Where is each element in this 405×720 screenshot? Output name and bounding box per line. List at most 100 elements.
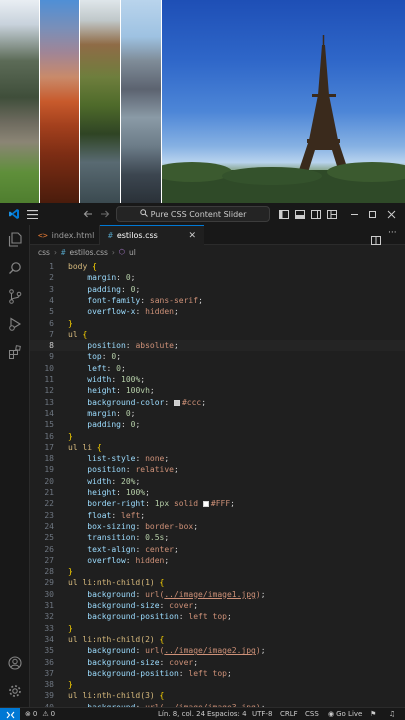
- breadcrumb-file[interactable]: estilos.css: [69, 248, 107, 257]
- line-number: 28: [44, 567, 54, 577]
- code-token: }: [68, 318, 73, 328]
- more-actions-icon[interactable]: ···: [388, 228, 397, 238]
- code-line[interactable]: 20 width: 20%;: [30, 476, 405, 487]
- go-live-button[interactable]: ◉ Go Live: [328, 708, 362, 720]
- code-line[interactable]: 33}: [30, 623, 405, 634]
- code-line[interactable]: 25 transition: 0.5s;: [30, 532, 405, 543]
- code-token: :: [101, 352, 112, 362]
- feedback-icon[interactable]: ⚑: [370, 708, 376, 720]
- source-control-icon[interactable]: [5, 286, 25, 306]
- code-token: ;: [135, 476, 141, 486]
- code-line[interactable]: 22 border-right: 1px solid #FFF;: [30, 498, 405, 509]
- command-center-search[interactable]: Pure CSS Content Slider: [116, 206, 270, 222]
- tab-label: index.html: [51, 230, 95, 240]
- code-token: :: [135, 533, 146, 543]
- line-number: 10: [44, 363, 54, 373]
- code-line[interactable]: 1 body {: [30, 261, 405, 272]
- code-line[interactable]: 28}: [30, 566, 405, 577]
- code-token: overflow: [68, 555, 126, 565]
- line-number: 21: [44, 488, 54, 497]
- code-token: body: [68, 262, 93, 271]
- line-number: 18: [44, 454, 54, 464]
- code-line[interactable]: 37 background-position: left top;: [30, 668, 405, 679]
- code-line[interactable]: 16}: [30, 431, 405, 442]
- code-line[interactable]: 27 overflow: hidden;: [30, 555, 405, 566]
- code-line[interactable]: 34 ul li:nth-child(2) {: [30, 634, 405, 645]
- code-line[interactable]: 30 background: url(../image/image1.jpg);: [30, 589, 405, 600]
- code-line[interactable]: 38}: [30, 679, 405, 690]
- code-token: background: [68, 646, 136, 656]
- code-line[interactable]: 17 ul li {: [30, 442, 405, 453]
- code-token: width: [68, 375, 112, 384]
- code-line[interactable]: 32 background-position: left top;: [30, 611, 405, 622]
- breadcrumb-symbol[interactable]: ul: [129, 248, 136, 257]
- menu-hamburger-icon[interactable]: [24, 206, 40, 222]
- code-line[interactable]: 12 height: 100vh;: [30, 385, 405, 396]
- split-editor-icon[interactable]: [371, 230, 381, 245]
- code-line[interactable]: 14 margin: 0;: [30, 408, 405, 419]
- explorer-icon[interactable]: [5, 229, 25, 249]
- code-line[interactable]: 4 font-family: sans-serif;: [30, 295, 405, 306]
- line-number: 1: [49, 262, 54, 271]
- toggle-panel-icon[interactable]: [292, 206, 308, 222]
- code-line[interactable]: 35 background: url(../image/image2.jpg);: [30, 645, 405, 656]
- toggle-secondary-sidebar-icon[interactable]: [308, 206, 324, 222]
- code-line[interactable]: 3 padding: 0;: [30, 284, 405, 295]
- tab-index-html[interactable]: <> index.html: [30, 225, 100, 245]
- toggle-primary-sidebar-icon[interactable]: [276, 206, 292, 222]
- code-line[interactable]: 26 text-align: center;: [30, 544, 405, 555]
- code-line[interactable]: 8 position: absolute;: [30, 340, 405, 352]
- cursor-position[interactable]: Lín. 8, col. 24: [158, 708, 205, 720]
- code-token: ;: [164, 555, 170, 565]
- code-line[interactable]: 6}: [30, 318, 405, 329]
- extensions-icon[interactable]: [5, 342, 25, 362]
- code-line[interactable]: 7 ul {: [30, 329, 405, 340]
- run-and-debug-icon[interactable]: [5, 314, 25, 334]
- breadcrumb-folder[interactable]: css: [38, 248, 50, 257]
- forward-arrow-icon[interactable]: [97, 206, 113, 222]
- accounts-icon[interactable]: [5, 653, 25, 673]
- close-tab-icon[interactable]: ✕: [188, 231, 196, 241]
- indentation[interactable]: Espacios: 4: [207, 708, 247, 720]
- manage-gear-icon[interactable]: [5, 681, 25, 701]
- color-swatch[interactable]: [202, 501, 209, 508]
- close-window-icon[interactable]: [383, 206, 399, 222]
- remote-indicator-icon[interactable]: [0, 708, 20, 720]
- code-token: background: [68, 589, 136, 599]
- code-token: height: [68, 386, 117, 396]
- minimize-window-icon[interactable]: [346, 206, 362, 222]
- code-line[interactable]: 10 left: 0;: [30, 363, 405, 374]
- line-number: 11: [44, 375, 54, 384]
- code-token: :: [135, 521, 146, 531]
- encoding[interactable]: UTF-8: [252, 708, 272, 720]
- code-line[interactable]: 36 background-size: cover;: [30, 657, 405, 668]
- code-line[interactable]: 21 height: 100%;: [30, 487, 405, 498]
- line-number: 19: [44, 465, 54, 475]
- language-mode[interactable]: CSS: [305, 708, 319, 720]
- code-line[interactable]: 11 width: 100%;: [30, 374, 405, 385]
- problems-indicator[interactable]: ⊗ 0 ⚠ 0: [25, 708, 55, 720]
- code-line[interactable]: 19 position: relative;: [30, 464, 405, 475]
- code-line[interactable]: 15 padding: 0;: [30, 419, 405, 430]
- back-arrow-icon[interactable]: [80, 206, 96, 222]
- code-token: {: [96, 442, 102, 452]
- code-token: cover: [169, 601, 194, 610]
- code-line[interactable]: 13 background-color: #ccc;: [30, 397, 405, 408]
- code-line[interactable]: 18 list-style: none;: [30, 453, 405, 464]
- code-line[interactable]: 5 overflow-x: hidden;: [30, 306, 405, 317]
- color-swatch[interactable]: [173, 399, 180, 406]
- code-line[interactable]: 2 margin: 0;: [30, 272, 405, 283]
- notifications-bell-icon[interactable]: ♫: [389, 708, 395, 720]
- code-line[interactable]: 24 box-sizing: border-box;: [30, 521, 405, 532]
- code-editor[interactable]: 1 body {2 margin: 0; 3 padding: 0; 4 font-f…: [30, 259, 405, 707]
- code-line[interactable]: 23 float: left;: [30, 510, 405, 521]
- code-line[interactable]: 29 ul li:nth-child(1) {: [30, 577, 405, 588]
- end-of-line[interactable]: CRLF: [280, 708, 298, 720]
- search-icon[interactable]: [5, 258, 25, 278]
- code-line[interactable]: 9 top: 0;: [30, 351, 405, 362]
- code-line[interactable]: 31 background-size: cover;: [30, 600, 405, 611]
- code-line[interactable]: 39 ul li:nth-child(3) {: [30, 690, 405, 701]
- maximize-window-icon[interactable]: [364, 206, 380, 222]
- customize-layout-icon[interactable]: [324, 206, 340, 222]
- tab-estilos-css[interactable]: # estilos.css ✕: [100, 225, 204, 245]
